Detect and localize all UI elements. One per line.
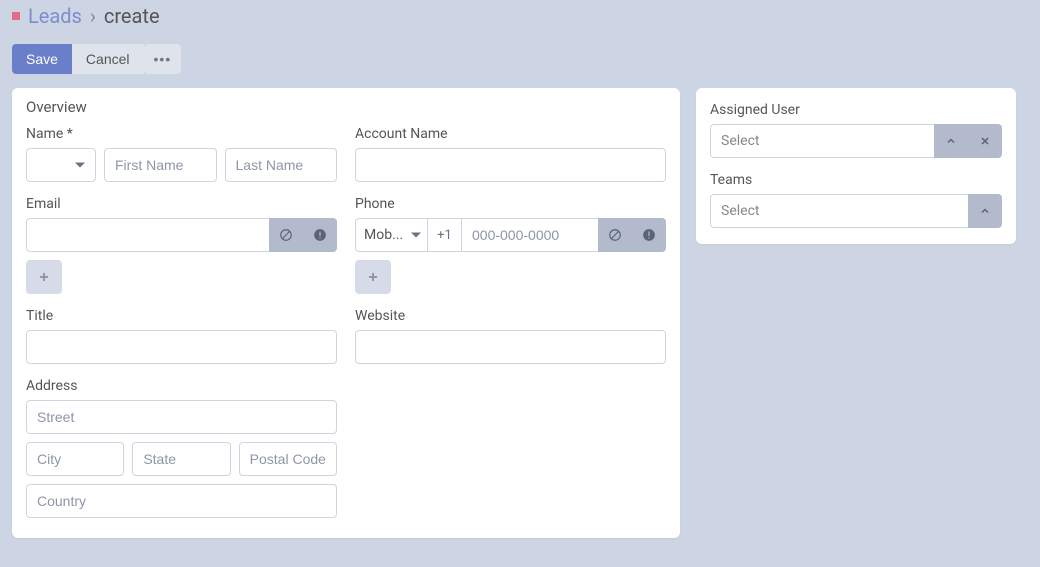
exclamation-circle-icon [313,228,327,242]
teams-field: Teams Select [710,172,1002,228]
overview-header: Overview [12,88,680,116]
account-name-field: Account Name [355,126,666,182]
exclamation-circle-icon [642,228,656,242]
assigned-user-clear-button[interactable] [968,124,1002,158]
breadcrumb-marker [12,12,20,20]
postal-code-input[interactable] [239,442,337,476]
teams-open-button[interactable] [968,194,1002,228]
phone-number-input[interactable] [461,218,598,252]
phone-optout-button[interactable] [598,218,632,252]
ellipsis-icon: ••• [154,51,172,67]
title-input[interactable] [26,330,337,364]
email-invalid-button[interactable] [303,218,337,252]
plus-icon [366,270,380,284]
city-input[interactable] [26,442,124,476]
email-field: Email [26,196,337,294]
phone-label: Phone [355,196,666,212]
website-input[interactable] [355,330,666,364]
breadcrumb: Leads › create [12,0,1028,44]
state-input[interactable] [132,442,230,476]
email-optout-button[interactable] [269,218,303,252]
teams-placeholder: Select [721,203,759,219]
street-input[interactable] [26,400,337,434]
account-name-label: Account Name [355,126,666,142]
title-label: Title [26,308,337,324]
chevron-down-icon [411,233,421,238]
assigned-user-label: Assigned User [710,102,1002,118]
close-icon [979,135,991,147]
website-label: Website [355,308,666,324]
side-panel: Assigned User Select Teams [696,88,1016,244]
salutation-select[interactable] [26,148,96,182]
assigned-user-placeholder: Select [721,133,759,149]
assigned-user-open-button[interactable] [934,124,968,158]
teams-select[interactable]: Select [710,194,968,228]
phone-field: Phone Mob... +1 [355,196,666,294]
phone-invalid-button[interactable] [632,218,666,252]
name-field: Name * [26,126,337,182]
address-field: Address [26,378,337,518]
country-input[interactable] [26,484,337,518]
add-email-button[interactable] [26,260,62,294]
add-phone-button[interactable] [355,260,391,294]
breadcrumb-leads-link[interactable]: Leads [28,4,82,28]
breadcrumb-separator: › [90,4,96,28]
name-label: Name * [26,126,337,142]
last-name-input[interactable] [225,148,338,182]
more-actions-button[interactable]: ••• [144,44,182,74]
assigned-user-select[interactable]: Select [710,124,934,158]
cancel-button[interactable]: Cancel [72,44,144,74]
breadcrumb-current: create [104,4,160,28]
email-input[interactable] [26,218,269,252]
website-field: Website [355,308,666,364]
teams-label: Teams [710,172,1002,188]
address-label: Address [26,378,337,394]
title-field: Title [26,308,337,364]
save-button[interactable]: Save [12,44,72,74]
overview-panel: Overview Name * [12,88,680,538]
chevron-down-icon [75,163,85,168]
ban-icon [279,228,293,242]
assigned-user-field: Assigned User Select [710,102,1002,158]
first-name-input[interactable] [104,148,217,182]
phone-type-value: Mob... [364,227,403,243]
account-name-input[interactable] [355,148,666,182]
ban-icon [608,228,622,242]
plus-icon [37,270,51,284]
chevron-up-icon [945,135,957,147]
phone-country-code[interactable]: +1 [427,218,461,252]
phone-type-select[interactable]: Mob... [355,218,427,252]
email-label: Email [26,196,337,212]
actionbar: Save Cancel ••• [12,44,1028,74]
chevron-up-icon [979,205,991,217]
